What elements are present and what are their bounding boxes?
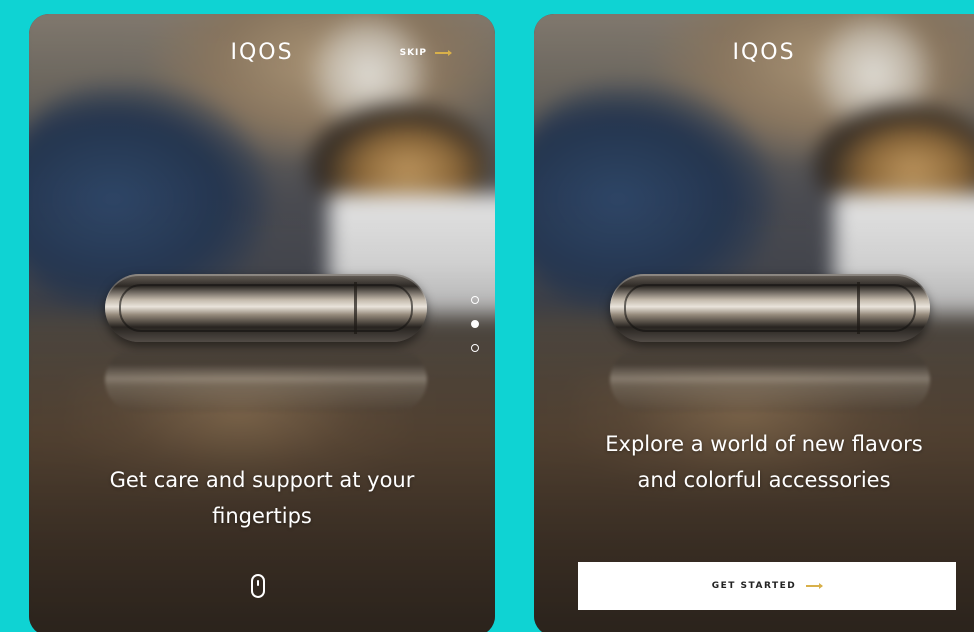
mouse-scroll-icon bbox=[251, 574, 265, 598]
skip-label: SKIP bbox=[399, 48, 427, 58]
onboarding-headline: Get care and support at your fingertips bbox=[109, 468, 415, 528]
onboarding-screen-2: IQOS SKIP Get care and support at your f… bbox=[29, 14, 495, 632]
get-started-label: GET STARTED bbox=[711, 581, 797, 591]
get-started-button[interactable]: GET STARTED bbox=[578, 562, 956, 610]
onboarding-screen-3: IQOS Explore a world of new flavors and … bbox=[534, 14, 974, 632]
skip-button[interactable]: SKIP bbox=[399, 48, 452, 58]
pagination-dot-3[interactable] bbox=[471, 344, 479, 352]
onboarding-headline: Explore a world of new flavors and color… bbox=[605, 432, 923, 492]
arrow-right-icon bbox=[435, 50, 452, 56]
brand-logo: IQOS bbox=[732, 40, 796, 65]
arrow-right-icon bbox=[806, 583, 824, 589]
pagination-dot-1[interactable] bbox=[471, 296, 479, 304]
onboarding-stage: IQOS SKIP Get care and support at your f… bbox=[0, 0, 974, 632]
pagination-dots bbox=[471, 296, 479, 352]
pagination-dot-2-active[interactable] bbox=[471, 320, 479, 328]
